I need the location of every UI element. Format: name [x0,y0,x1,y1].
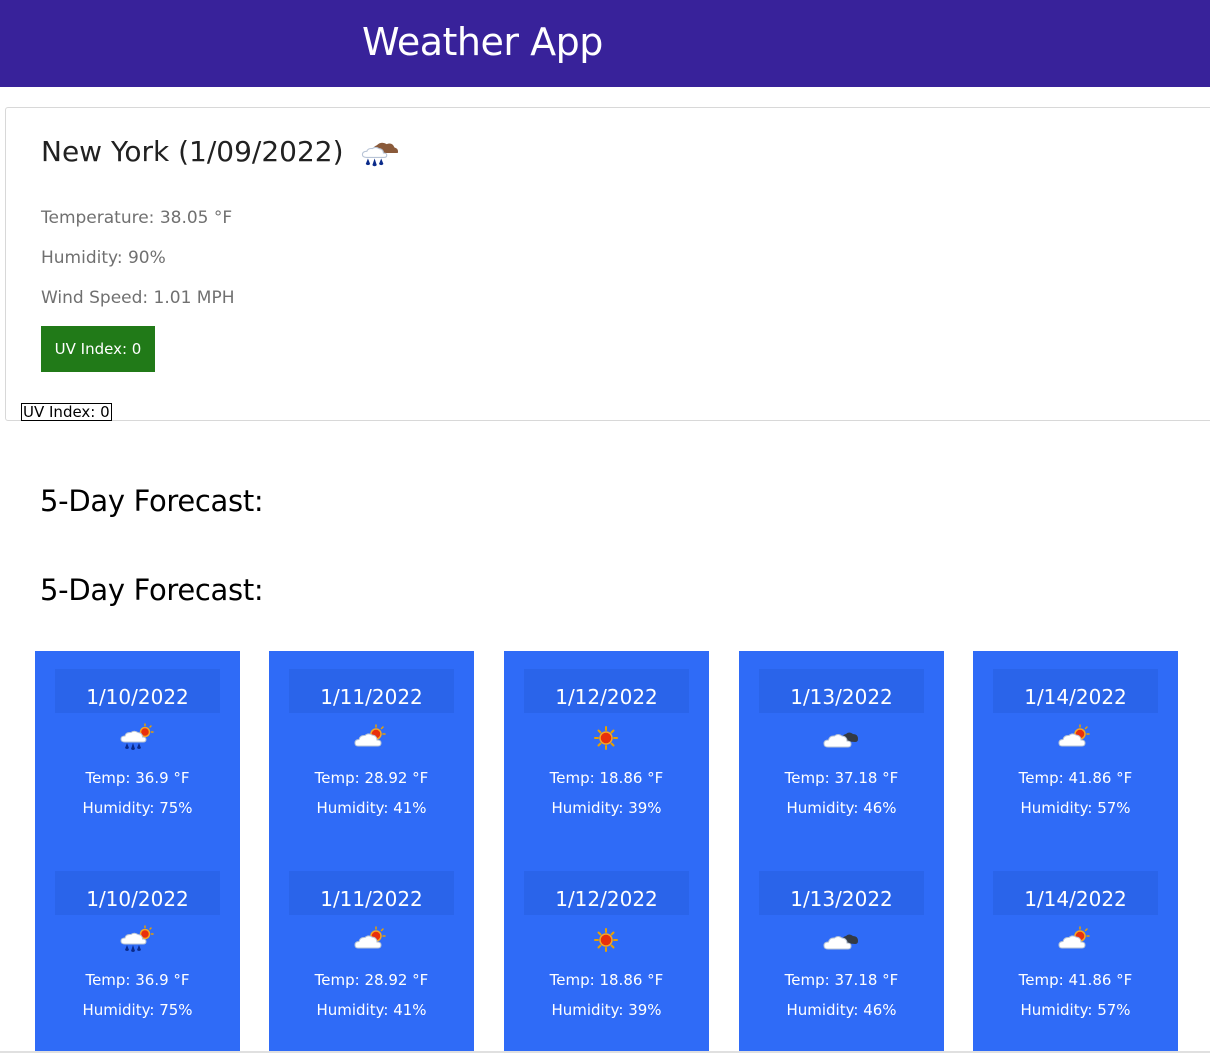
forecast-humidity: Humidity: 75% [82,1001,193,1019]
partly-cloudy-icon [1056,723,1094,753]
forecast-temp: Temp: 36.9 °F [85,971,190,989]
forecast-date: 1/12/2022 [524,871,689,915]
forecast-temp: Temp: 28.92 °F [314,769,429,787]
forecast-date: 1/14/2022 [993,669,1158,713]
forecast-date: 1/11/2022 [289,871,454,915]
forecast-heading: 5-Day Forecast: [40,573,264,607]
forecast-humidity: Humidity: 46% [786,799,897,817]
forecast-date: 1/10/2022 [55,871,220,915]
forecast-date: 1/11/2022 [289,669,454,713]
forecast-temp: Temp: 18.86 °F [549,971,664,989]
forecast-heading: 5-Day Forecast: [40,484,264,518]
partly-cloudy-icon [352,925,390,955]
cloudy-icon [822,925,860,955]
forecast-date: 1/13/2022 [759,871,924,915]
forecast-humidity: Humidity: 46% [786,1001,897,1019]
forecast-card-day-1: 1/10/2022 Temp: 36.9 °F Humidity: 75% 1/… [35,651,240,1053]
sun-icon [587,723,625,753]
forecast-date: 1/12/2022 [524,669,689,713]
forecast-temp: Temp: 37.18 °F [784,971,899,989]
forecast-card-day-2: 1/11/2022 Temp: 28.92 °F Humidity: 41% 1… [269,651,474,1053]
forecast-temp: Temp: 28.92 °F [314,971,429,989]
uv-index-badge: UV Index: 0 [41,326,155,372]
current-weather-card: New York (1/09/2022) Temperature: 38.05 … [5,107,1210,421]
rain-cloud-icon [358,136,400,170]
wind-speed-text: Wind Speed: 1.01 MPH [41,288,235,308]
sun-icon [587,925,625,955]
forecast-date: 1/14/2022 [993,871,1158,915]
app-title: Weather App [362,20,603,64]
forecast-temp: Temp: 41.86 °F [1018,971,1133,989]
cloudy-icon [822,723,860,753]
forecast-date: 1/13/2022 [759,669,924,713]
temperature-text: Temperature: 38.05 °F [41,208,233,228]
forecast-humidity: Humidity: 41% [316,799,427,817]
forecast-humidity: Humidity: 39% [551,799,662,817]
forecast-humidity: Humidity: 57% [1020,799,1131,817]
forecast-humidity: Humidity: 75% [82,799,193,817]
forecast-card-day-3: 1/12/2022 Temp: 18.86 °F Humidity: 39% 1… [504,651,709,1053]
forecast-card-day-5: 1/14/2022 Temp: 41.86 °F Humidity: 57% 1… [973,651,1178,1053]
rain-sun-icon [118,925,156,955]
uv-index-text: UV Index: 0 [21,403,112,421]
forecast-temp: Temp: 18.86 °F [549,769,664,787]
forecast-temp: Temp: 36.9 °F [85,769,190,787]
city-date-heading: New York (1/09/2022) [41,135,344,168]
partly-cloudy-icon [1056,925,1094,955]
forecast-date: 1/10/2022 [55,669,220,713]
forecast-humidity: Humidity: 39% [551,1001,662,1019]
forecast-humidity: Humidity: 41% [316,1001,427,1019]
partly-cloudy-icon [352,723,390,753]
rain-sun-icon [118,723,156,753]
forecast-temp: Temp: 41.86 °F [1018,769,1133,787]
forecast-temp: Temp: 37.18 °F [784,769,899,787]
forecast-card-day-4: 1/13/2022 Temp: 37.18 °F Humidity: 46% 1… [739,651,944,1053]
humidity-text: Humidity: 90% [41,248,166,268]
app-header: Weather App [0,0,1210,87]
forecast-humidity: Humidity: 57% [1020,1001,1131,1019]
